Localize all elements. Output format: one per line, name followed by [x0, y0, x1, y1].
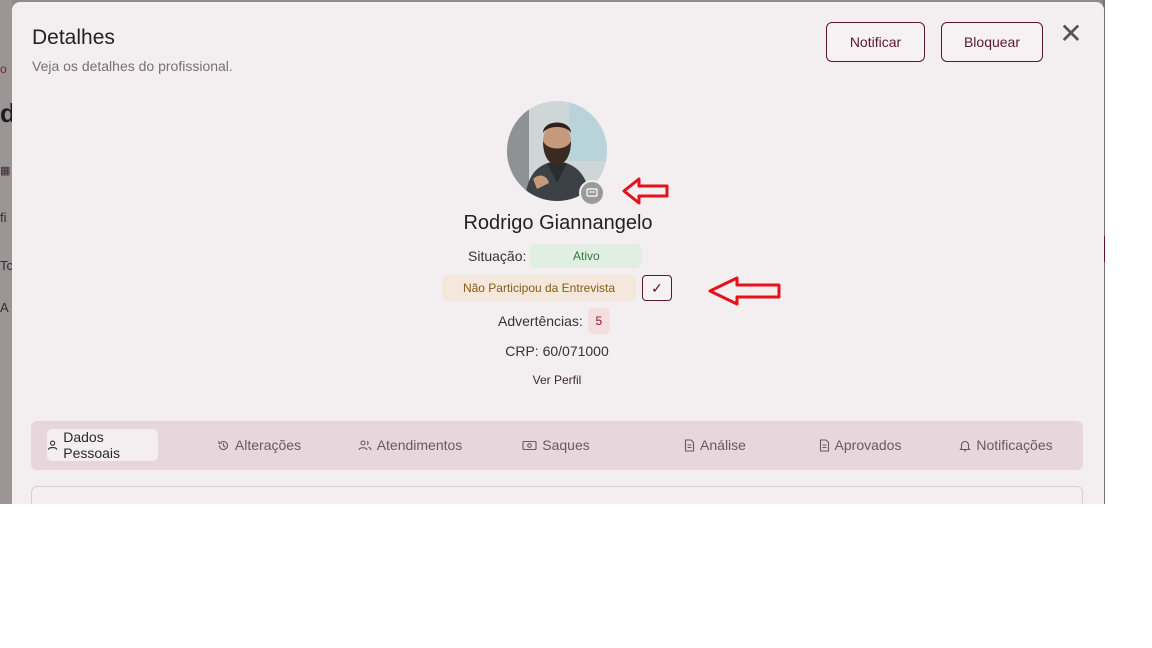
tab-label: Dados Pessoais [63, 429, 121, 461]
bell-icon [959, 440, 972, 451]
annotation-arrow-icon [708, 276, 781, 306]
money-icon [522, 440, 537, 450]
status-badge: Ativo [530, 244, 643, 268]
modal-subtitle: Veja os detalhes do profissional. [32, 58, 233, 74]
tab-label: Análise [700, 437, 746, 453]
status-row: Situação: Ativo [468, 244, 643, 268]
background-text-fragment: fi [0, 210, 7, 225]
notify-button[interactable]: Notificar [826, 22, 925, 62]
tab-label: Alterações [234, 437, 302, 453]
details-modal: Detalhes Veja os detalhes do profissiona… [12, 2, 1104, 504]
tab-aprovados[interactable]: Aprovados [809, 429, 911, 461]
tab-label: Saques [542, 437, 590, 453]
status-label: Situação: [468, 248, 527, 264]
details-tabs: Dados Pessoais Alterações Atendimentos S… [31, 421, 1083, 470]
tab-label: Atendimentos [376, 437, 463, 453]
tab-notificacoes[interactable]: Notificações [949, 429, 1063, 461]
tab-analise[interactable]: Análise [675, 429, 755, 461]
annotation-arrow-icon [622, 177, 669, 205]
check-icon[interactable]: ✓ [642, 275, 672, 301]
user-icon [47, 440, 58, 450]
history-icon [218, 440, 228, 450]
modal-title: Detalhes [32, 26, 115, 49]
interview-row: Não Participou da Entrevista ✓ [442, 275, 672, 301]
background-text-fragment: A [0, 300, 9, 315]
tab-label: Aprovados [834, 437, 902, 453]
warnings-label: Advertências: [498, 313, 583, 329]
view-profile-link[interactable]: Ver Perfil [12, 373, 1102, 387]
tab-alteracoes[interactable]: Alterações [209, 429, 309, 461]
crp-number: CRP: 60/071000 [505, 343, 609, 359]
document-icon [819, 438, 829, 452]
warnings-count-badge: 5 [587, 308, 610, 334]
block-button[interactable]: Bloquear [941, 22, 1043, 62]
tab-content-panel [31, 486, 1083, 504]
document-icon [684, 438, 695, 452]
background-text-fragment: o [0, 62, 7, 76]
close-icon[interactable]: ✕ [1058, 20, 1084, 50]
tab-atendimentos[interactable]: Atendimentos [349, 429, 471, 461]
warnings-row: Advertências: 5 [498, 308, 610, 334]
background-grid-icon: ▦ [0, 165, 11, 177]
professional-name: Rodrigo Giannangelo [463, 212, 653, 234]
message-icon[interactable] [579, 180, 605, 206]
tab-dados-pessoais[interactable]: Dados Pessoais [47, 429, 158, 461]
tab-saques[interactable]: Saques [517, 429, 595, 461]
interview-status-badge: Não Participou da Entrevista [442, 275, 636, 301]
tab-label: Notificações [976, 437, 1053, 453]
users-icon [358, 440, 372, 451]
